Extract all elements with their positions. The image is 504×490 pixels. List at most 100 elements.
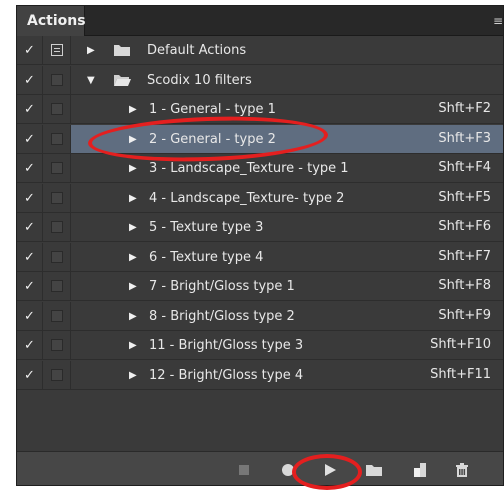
- dialog-toggle-icon: [51, 221, 63, 233]
- panel-tab-bar: Actions ≡: [17, 6, 503, 36]
- dialog-toggle[interactable]: [43, 242, 71, 271]
- shortcut-label: Shft+F3: [438, 130, 491, 146]
- dialog-toggle-icon: [51, 339, 63, 351]
- shortcut-label: Shft+F4: [438, 160, 491, 175]
- dialog-toggle[interactable]: [43, 360, 71, 389]
- dialog-toggle-icon: [51, 309, 63, 322]
- action-label: 5 - Texture type 3: [149, 220, 264, 235]
- toggle-check-icon[interactable]: ✓: [17, 213, 43, 241]
- chevron-right-icon[interactable]: ▶: [129, 125, 141, 153]
- actions-panel: Actions ≡ ✓ ▶ Default Actions ✓ ▼ Scodix 10 f…: [16, 5, 504, 486]
- action-row[interactable]: ✓ ▶ 5 - Texture type 3 Shft+F6: [17, 213, 503, 242]
- record-button[interactable]: [275, 452, 301, 486]
- row-content[interactable]: ▶ Default Actions: [71, 36, 503, 64]
- dialog-toggle[interactable]: [43, 36, 71, 64]
- tab-actions[interactable]: Actions: [17, 6, 86, 36]
- panel-menu-icon[interactable]: ≡: [491, 15, 503, 27]
- action-label: 3 - Landscape_Texture - type 1: [149, 161, 349, 176]
- chevron-right-icon[interactable]: ▶: [129, 331, 141, 359]
- action-label: 6 - Texture type 4: [149, 249, 264, 265]
- chevron-right-icon[interactable]: ▶: [87, 36, 99, 64]
- row-content[interactable]: ▶ 11 - Bright/Gloss type 3 Shft+F10: [71, 331, 503, 359]
- toggle-check-icon[interactable]: ✓: [17, 331, 43, 359]
- dialog-toggle[interactable]: [43, 213, 71, 241]
- toggle-check-icon[interactable]: ✓: [17, 183, 43, 212]
- dialog-toggle[interactable]: [43, 272, 71, 300]
- panel-footer: [17, 451, 503, 485]
- chevron-right-icon[interactable]: ▶: [129, 272, 141, 300]
- chevron-right-icon[interactable]: ▶: [129, 184, 141, 212]
- toggle-check-icon[interactable]: ✓: [17, 360, 43, 389]
- dialog-toggle-icon: [51, 73, 63, 86]
- action-set-row[interactable]: ✓ ▶ Default Actions: [17, 36, 503, 65]
- play-icon: [325, 463, 336, 476]
- row-content[interactable]: ▶ 8 - Bright/Gloss type 2 Shft+F9: [71, 302, 503, 330]
- record-icon: [282, 463, 294, 476]
- dialog-toggle[interactable]: [43, 124, 71, 153]
- chevron-right-icon[interactable]: ▶: [129, 95, 141, 123]
- row-content[interactable]: ▶ 2 - General - type 2 Shft+F3: [71, 124, 503, 153]
- action-row[interactable]: ✓ ▶ 4 - Landscape_Texture- type 2 Shft+F5: [17, 183, 503, 213]
- stop-button[interactable]: [231, 452, 257, 486]
- toggle-check-icon[interactable]: ✓: [17, 272, 43, 300]
- toggle-check-icon[interactable]: ✓: [17, 154, 43, 182]
- shortcut-label: Shft+F5: [438, 189, 491, 205]
- shortcut-label: Shft+F10: [430, 337, 491, 352]
- row-content[interactable]: ▼ Scodix 10 filters: [71, 66, 503, 94]
- dialog-toggle-icon: [51, 280, 63, 292]
- chevron-right-icon[interactable]: ▶: [129, 154, 141, 182]
- row-content[interactable]: ▶ 12 - Bright/Gloss type 4 Shft+F11: [71, 361, 503, 389]
- stop-icon: [239, 464, 249, 475]
- action-label: 2 - General - type 2: [149, 131, 276, 147]
- chevron-down-icon[interactable]: ▼: [87, 66, 99, 94]
- delete-button[interactable]: [449, 452, 475, 486]
- dialog-toggle[interactable]: [43, 65, 71, 94]
- action-label: 4 - Landscape_Texture- type 2: [149, 190, 345, 206]
- dialog-toggle-icon: [51, 44, 63, 56]
- action-row[interactable]: ✓ ▶ 1 - General - type 1 Shft+F2: [17, 95, 503, 124]
- row-content[interactable]: ▶ 4 - Landscape_Texture- type 2 Shft+F5: [71, 184, 503, 212]
- shortcut-label: Shft+F8: [438, 278, 491, 293]
- shortcut-label: Shft+F6: [438, 219, 491, 234]
- row-content[interactable]: ▶ 5 - Texture type 3 Shft+F6: [71, 213, 503, 241]
- action-row[interactable]: ✓ ▶ 8 - Bright/Gloss type 2 Shft+F9: [17, 301, 503, 331]
- dialog-toggle[interactable]: [43, 95, 71, 123]
- action-row[interactable]: ✓ ▶ 6 - Texture type 4 Shft+F7: [17, 242, 503, 272]
- chevron-right-icon[interactable]: ▶: [129, 213, 141, 241]
- new-set-button[interactable]: [361, 452, 387, 486]
- shortcut-label: Shft+F7: [438, 248, 491, 264]
- dialog-toggle[interactable]: [43, 183, 71, 212]
- toggle-check-icon[interactable]: ✓: [17, 124, 43, 153]
- toggle-check-icon[interactable]: ✓: [17, 242, 43, 271]
- row-content[interactable]: ▶ 3 - Landscape_Texture - type 1 Shft+F4: [71, 154, 503, 182]
- action-row[interactable]: ✓ ▶ 3 - Landscape_Texture - type 1 Shft+F4: [17, 154, 503, 183]
- action-label: 1 - General - type 1: [149, 102, 276, 117]
- dialog-toggle-icon: [51, 191, 63, 204]
- dialog-toggle[interactable]: [43, 154, 71, 182]
- action-row[interactable]: ✓ ▶ 2 - General - type 2 Shft+F3: [17, 124, 503, 154]
- dialog-toggle[interactable]: [43, 301, 71, 330]
- new-page-icon: [414, 462, 426, 477]
- action-row[interactable]: ✓ ▶ 12 - Bright/Gloss type 4 Shft+F11: [17, 360, 503, 390]
- row-content[interactable]: ▶ 7 - Bright/Gloss type 1 Shft+F8: [71, 272, 503, 300]
- action-label: 7 - Bright/Gloss type 1: [149, 279, 295, 294]
- action-row[interactable]: ✓ ▶ 11 - Bright/Gloss type 3 Shft+F10: [17, 331, 503, 360]
- chevron-right-icon[interactable]: ▶: [129, 302, 141, 330]
- chevron-right-icon[interactable]: ▶: [129, 243, 141, 271]
- toggle-check-icon[interactable]: ✓: [17, 36, 43, 64]
- action-set-row[interactable]: ✓ ▼ Scodix 10 filters: [17, 65, 503, 95]
- shortcut-label: Shft+F9: [438, 307, 491, 323]
- row-content[interactable]: ▶ 6 - Texture type 4 Shft+F7: [71, 243, 503, 271]
- action-label: 11 - Bright/Gloss type 3: [149, 338, 304, 353]
- chevron-right-icon[interactable]: ▶: [129, 361, 141, 389]
- toggle-check-icon[interactable]: ✓: [17, 65, 43, 94]
- play-button[interactable]: [317, 452, 343, 486]
- action-row[interactable]: ✓ ▶ 7 - Bright/Gloss type 1 Shft+F8: [17, 272, 503, 301]
- toggle-check-icon[interactable]: ✓: [17, 95, 43, 123]
- toggle-check-icon[interactable]: ✓: [17, 301, 43, 330]
- new-action-button[interactable]: [407, 452, 433, 486]
- row-content[interactable]: ▶ 1 - General - type 1 Shft+F2: [71, 95, 503, 123]
- dialog-toggle-icon: [51, 368, 63, 381]
- folder-icon: [114, 45, 130, 56]
- dialog-toggle[interactable]: [43, 331, 71, 359]
